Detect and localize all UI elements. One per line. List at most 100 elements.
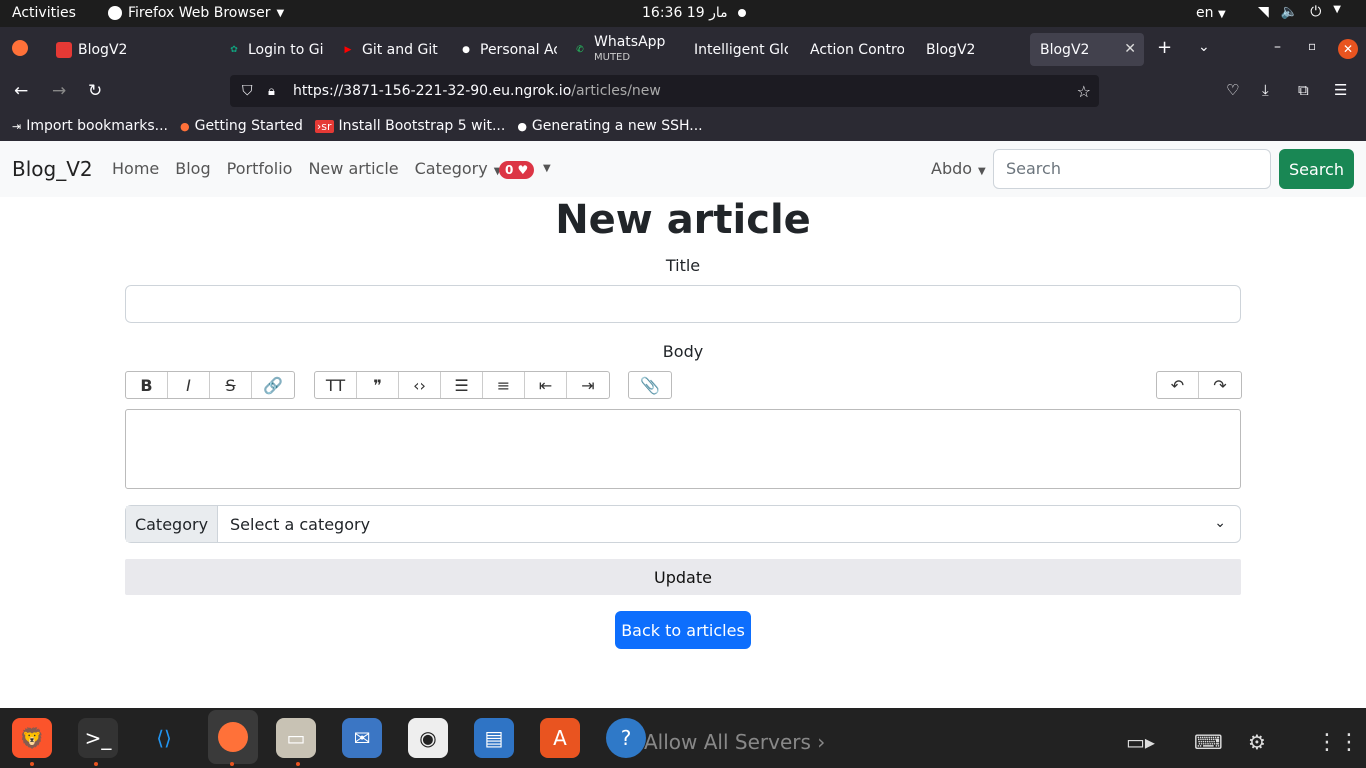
bookmark-item[interactable]: ● Getting Started	[180, 118, 303, 134]
notification-dot	[738, 9, 746, 17]
category-prefix: Category	[126, 506, 218, 542]
firefox-icon[interactable]	[208, 710, 258, 764]
tab-title: Personal Ac	[480, 41, 557, 58]
category-select[interactable]: Select a category ⌄	[218, 506, 1240, 542]
screencast-icon: ▭▸	[1126, 730, 1155, 754]
italic-icon[interactable]: I	[168, 372, 210, 398]
site-brand[interactable]: Blog_V2	[12, 157, 93, 181]
redo-icon[interactable]: ↷	[1199, 372, 1241, 398]
extensions-icon[interactable]: ⧉	[1298, 81, 1309, 99]
bullet-list-icon[interactable]: ☰	[441, 372, 483, 398]
nav-link-new-article[interactable]: New article	[308, 159, 398, 178]
title-input[interactable]	[125, 285, 1241, 323]
attach-icon[interactable]: 📎	[629, 372, 671, 398]
search-button[interactable]: Search	[1279, 149, 1354, 189]
tab-3[interactable]: ▶ Git and Git	[334, 33, 439, 66]
close-window-button[interactable]: ✕	[1338, 39, 1358, 59]
help-icon[interactable]: ?	[606, 718, 646, 758]
tab-7[interactable]: Action Contro	[800, 33, 904, 66]
activities-button[interactable]: Activities	[12, 5, 76, 21]
quote-icon[interactable]: ❞	[357, 372, 399, 398]
tab-4[interactable]: ● Personal Ac	[452, 33, 557, 66]
close-tab-icon[interactable]: ✕	[1124, 41, 1136, 57]
system-tray[interactable]: ◥ 🔈 ⏻ ▼	[1258, 4, 1341, 20]
bold-icon[interactable]: B	[126, 372, 168, 398]
show-apps-icon[interactable]: ⋮⋮⋮	[1316, 730, 1366, 755]
download-icon[interactable]: ⤓	[1262, 81, 1269, 99]
app-menu[interactable]: Firefox Web Browser ▼	[108, 5, 284, 21]
writer-icon[interactable]: ▤	[474, 718, 514, 758]
brave-icon[interactable]: 🦁	[12, 718, 52, 758]
nav-link-blog[interactable]: Blog	[175, 159, 210, 178]
vscode-icon[interactable]: ⟨⟩	[144, 718, 184, 758]
minimize-button[interactable]: –	[1274, 39, 1281, 55]
bookmark-item[interactable]: ⇥ Import bookmarks...	[12, 118, 168, 134]
bookmark-item[interactable]: ›sr Install Bootstrap 5 wit...	[314, 118, 505, 134]
bookmark-label: Getting Started	[194, 118, 303, 134]
running-indicator	[296, 762, 300, 766]
heading-icon[interactable]: TT	[315, 372, 357, 398]
background-window-text: Allow All Servers ›	[644, 730, 826, 754]
user-name: Abdo	[931, 159, 973, 178]
terminal-icon[interactable]: >_	[78, 718, 118, 758]
body-editor[interactable]	[125, 409, 1241, 489]
update-button[interactable]: Update	[125, 559, 1241, 595]
url-text[interactable]: https://3871-156-221-32-90.eu.ngrok.io/a…	[293, 83, 661, 99]
files-icon[interactable]: ▭	[276, 718, 316, 758]
likes-badge[interactable]: 0 ♥	[499, 161, 535, 179]
tab-8[interactable]: BlogV2	[916, 33, 1020, 66]
maximize-button[interactable]: ▫	[1308, 39, 1316, 53]
shield-icon[interactable]: ⛉	[242, 83, 253, 99]
numbered-list-icon[interactable]: ≡	[483, 372, 525, 398]
rhythmbox-icon[interactable]: ◉	[408, 718, 448, 758]
tab-title: BlogV2	[78, 41, 128, 58]
tab-5[interactable]: ✆ WhatsApp MUTED	[566, 33, 676, 66]
outdent-icon[interactable]: ⇤	[525, 372, 567, 398]
reload-icon[interactable]: ↻	[88, 81, 102, 101]
nav-link-home[interactable]: Home	[112, 159, 159, 178]
nav-link-label: Home	[112, 159, 160, 178]
menu-icon[interactable]: ☰	[1334, 81, 1347, 99]
star-icon[interactable]: ☆	[1077, 82, 1091, 101]
url-bar[interactable]: ⛉ 🔒︎ https://3871-156-221-32-90.eu.ngrok…	[230, 75, 1099, 107]
code-icon[interactable]: ‹›	[399, 372, 441, 398]
back-to-articles-button[interactable]: Back to articles	[615, 611, 751, 649]
lock-icon[interactable]: 🔒︎	[268, 84, 275, 99]
mail-icon[interactable]: ✉	[342, 718, 382, 758]
nav-link-portfolio[interactable]: Portfolio	[227, 159, 293, 178]
chevron-down-icon: ▼	[276, 7, 285, 19]
tab-9[interactable]: BlogV2 ✕	[1030, 33, 1144, 66]
nav-link-label: New article	[308, 159, 399, 178]
url-path: /articles/new	[571, 83, 661, 99]
nav-link-category[interactable]: Category ▼	[415, 159, 502, 178]
bookmarks-bar: ⇥ Import bookmarks... ● Getting Started ›sr I…	[0, 111, 1366, 141]
app-name: Firefox Web Browser	[128, 5, 271, 21]
app-store-icon[interactable]: A	[540, 718, 580, 758]
heart-icon: ♥	[517, 163, 529, 177]
firefox-view-icon[interactable]	[12, 40, 28, 56]
undo-icon[interactable]: ↶	[1157, 372, 1199, 398]
firefox-icon: ●	[179, 119, 190, 133]
pocket-icon[interactable]: ♡	[1226, 81, 1239, 99]
tab-1[interactable]: ›sr BlogV2	[50, 33, 150, 66]
language-indicator[interactable]: en ▼	[1196, 5, 1226, 21]
user-dropdown[interactable]: Abdo ▼	[931, 159, 986, 178]
site-navbar: Blog_V2 Home Blog Portfolio New article Cate…	[0, 141, 1366, 197]
indent-icon[interactable]: ⇥	[567, 372, 609, 398]
tab-muted-label: MUTED	[594, 51, 631, 63]
nav-link-label: Portfolio	[226, 159, 293, 178]
search-input[interactable]: Search	[993, 149, 1271, 189]
page-title: New article	[555, 197, 811, 243]
tab-list-button[interactable]: ⌄	[1198, 39, 1210, 55]
new-tab-button[interactable]: +	[1157, 37, 1172, 58]
tab-2[interactable]: ✿ Login to Gi	[220, 33, 325, 66]
tab-6[interactable]: Intelligent Glo	[684, 33, 788, 66]
running-indicator	[94, 762, 98, 766]
chevron-down-icon[interactable]: ▼	[543, 163, 551, 174]
bookmark-item[interactable]: ● Generating a new SSH...	[517, 118, 702, 134]
strike-icon[interactable]: S	[210, 372, 252, 398]
forward-arrow-icon[interactable]: →	[52, 81, 66, 101]
back-arrow-icon[interactable]: ←	[14, 81, 28, 101]
clock[interactable]: 16:36 19 مار	[642, 5, 728, 21]
link-icon[interactable]: 🔗	[252, 372, 294, 398]
